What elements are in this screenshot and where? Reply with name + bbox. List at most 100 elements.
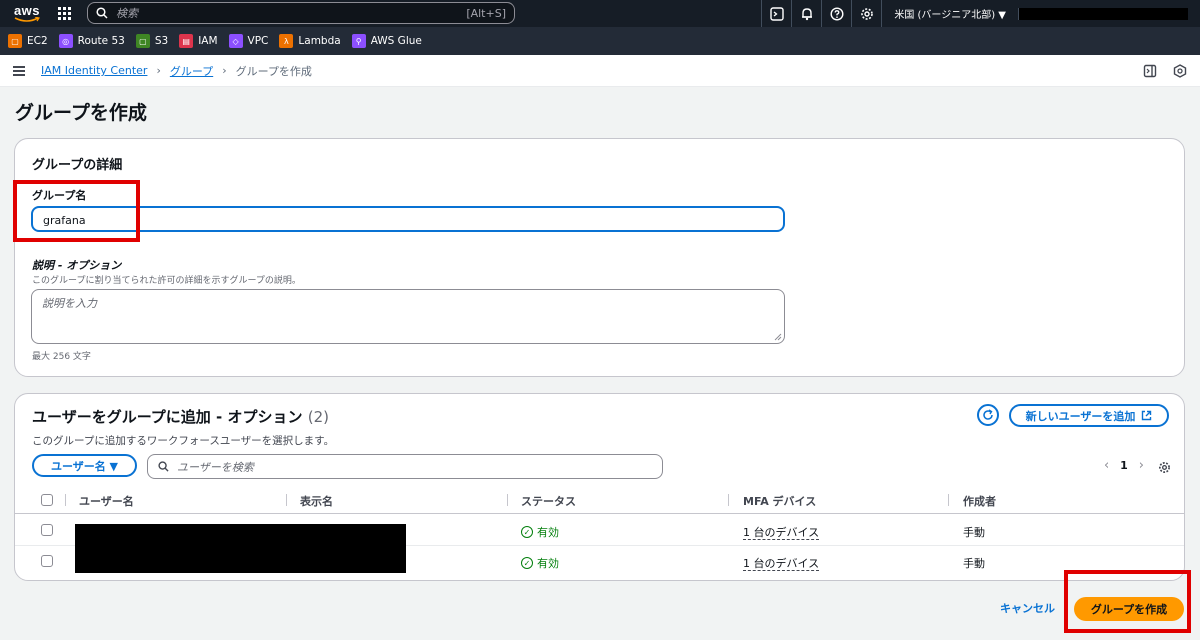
check-circle-icon: ✓ [521,526,533,538]
description-label: 説明 - オプション [32,259,122,272]
refresh-icon [983,409,993,420]
page-title: グループを作成 [15,102,147,124]
notifications-bell-icon[interactable] [791,0,821,27]
status-badge: ✓ 有効 [521,555,559,571]
status-text: 有効 [537,526,559,539]
settings-gear-icon[interactable] [851,0,881,27]
highlight-box-group-name [13,180,140,242]
favorite-label: Lambda [298,35,341,47]
services-menu-icon[interactable] [58,6,72,21]
refresh-button[interactable] [977,404,999,426]
lambda-icon: λ [279,34,294,48]
favorite-lambda[interactable]: λ Lambda [279,34,341,48]
favorite-iam[interactable]: ▤ IAM [179,34,218,48]
favorite-glue[interactable]: ⚲ AWS Glue [351,34,422,48]
external-link-icon [1142,410,1152,421]
description-hint: このグループに割り当てられた許可の詳細を示すグループの説明。 [32,276,301,286]
created-by: 手動 [963,526,985,539]
favorite-label: AWS Glue [370,35,422,47]
add-users-heading-text: ユーザーをグループに追加 - オプション [32,408,303,426]
column-divider [286,494,287,506]
favorite-label: S3 [154,35,169,47]
favorite-ec2[interactable]: ▢ EC2 [8,34,48,48]
mfa-devices-link[interactable]: 1 台のデバイス [743,524,820,540]
username-filter-dropdown[interactable]: ユーザー名 ▼ [32,454,137,477]
global-search-input[interactable]: 検索 [Alt+S] [87,2,515,24]
search-icon [96,7,108,19]
highlight-box-create-button [1064,570,1191,633]
breadcrumb-iam-identity-center[interactable]: IAM Identity Center [41,64,147,77]
top-navigation: aws 検索 [Alt+S] 米国 (バージニア北部) ▼ [0,0,1200,27]
mfa-devices-text: 1 台のデバイス [743,557,820,571]
mfa-devices-link[interactable]: 1 台のデバイス [743,555,820,571]
description-textarea[interactable]: 説明を入力 [31,289,785,344]
help-icon[interactable] [821,0,851,27]
chevron-left-icon[interactable]: ‹ [1104,458,1109,473]
breadcrumb: IAM Identity Center › グループ › グループを作成 [41,63,312,79]
favorite-route53[interactable]: ◎ Route 53 [58,34,125,48]
breadcrumb-bar: IAM Identity Center › グループ › グループを作成 [0,55,1200,87]
favorites-bar: ▢ EC2 ◎ Route 53 ▢ S3 ▤ IAM ◇ VPC λ Lamb… [0,27,1200,55]
table-header: ユーザー名 表示名 ステータス MFA デバイス 作成者 [15,486,1184,514]
column-header-status[interactable]: ステータス [521,493,576,509]
column-divider [65,494,66,506]
vpc-icon: ◇ [228,34,243,48]
search-placeholder: 検索 [116,7,138,20]
add-new-user-button[interactable]: 新しいユーザーを追加 [1009,404,1169,427]
chevron-right-icon: › [222,64,227,77]
aws-logo[interactable]: aws [8,4,46,23]
pagination: ‹ 1 › [1104,458,1144,473]
add-new-user-label: 新しいユーザーを追加 [1025,409,1136,423]
cancel-button[interactable]: キャンセル [1000,600,1055,616]
favorite-label: VPC [247,35,269,47]
column-divider [507,494,508,506]
cloudshell-icon[interactable] [761,0,791,27]
select-all-checkbox[interactable] [41,494,53,506]
search-shortcut: [Alt+S] [466,6,506,20]
info-panel-icon[interactable] [1142,63,1158,79]
chevron-right-icon: › [156,64,161,77]
search-icon [158,461,169,472]
created-by: 手動 [963,557,985,570]
account-menu-redacted[interactable] [1018,7,1188,20]
current-page[interactable]: 1 [1120,459,1128,472]
favorite-label: IAM [198,35,218,47]
redacted-user-names [75,524,406,573]
chevron-right-icon[interactable]: › [1139,458,1144,473]
favorite-label: Route 53 [77,35,125,47]
add-users-subtitle: このグループに追加するワークフォースユーザーを選択します。 [32,435,335,447]
aws-logo-text: aws [13,3,41,18]
group-name-input[interactable]: grafana [31,206,785,232]
group-details-heading: グループの詳細 [32,158,123,173]
column-divider [728,494,729,506]
column-header-display-name[interactable]: 表示名 [300,493,333,509]
column-header-mfa[interactable]: MFA デバイス [743,493,816,509]
breadcrumb-groups[interactable]: グループ [170,63,213,79]
row-checkbox[interactable] [41,524,53,536]
favorite-s3[interactable]: ▢ S3 [135,34,169,48]
tools-panel-icon[interactable] [1172,63,1188,79]
column-header-username[interactable]: ユーザー名 [79,493,134,509]
user-search-placeholder: ユーザーを検索 [177,460,254,474]
iam-icon: ▤ [179,34,194,48]
group-details-panel: グループの詳細 グループ名 grafana 説明 - オプション このグループに… [14,138,1185,377]
s3-icon: ▢ [135,34,150,48]
resize-handle-icon[interactable] [774,333,782,341]
user-count: (2) [307,408,329,426]
glue-icon: ⚲ [351,34,366,48]
table-preferences-gear-icon[interactable] [1158,459,1171,478]
check-circle-icon: ✓ [521,557,533,569]
region-selector[interactable]: 米国 (バージニア北部) ▼ [881,0,1018,27]
ec2-icon: ▢ [8,34,22,48]
side-nav-menu-icon[interactable] [13,64,25,78]
status-badge: ✓ 有効 [521,524,559,540]
route53-icon: ◎ [58,34,73,48]
favorite-vpc[interactable]: ◇ VPC [228,34,269,48]
column-divider [948,494,949,506]
mfa-devices-text: 1 台のデバイス [743,526,820,540]
row-checkbox[interactable] [41,555,53,567]
aws-smile-icon [14,17,40,22]
status-text: 有効 [537,557,559,570]
user-search-input[interactable]: ユーザーを検索 [147,454,663,479]
column-header-created-by[interactable]: 作成者 [963,493,996,509]
